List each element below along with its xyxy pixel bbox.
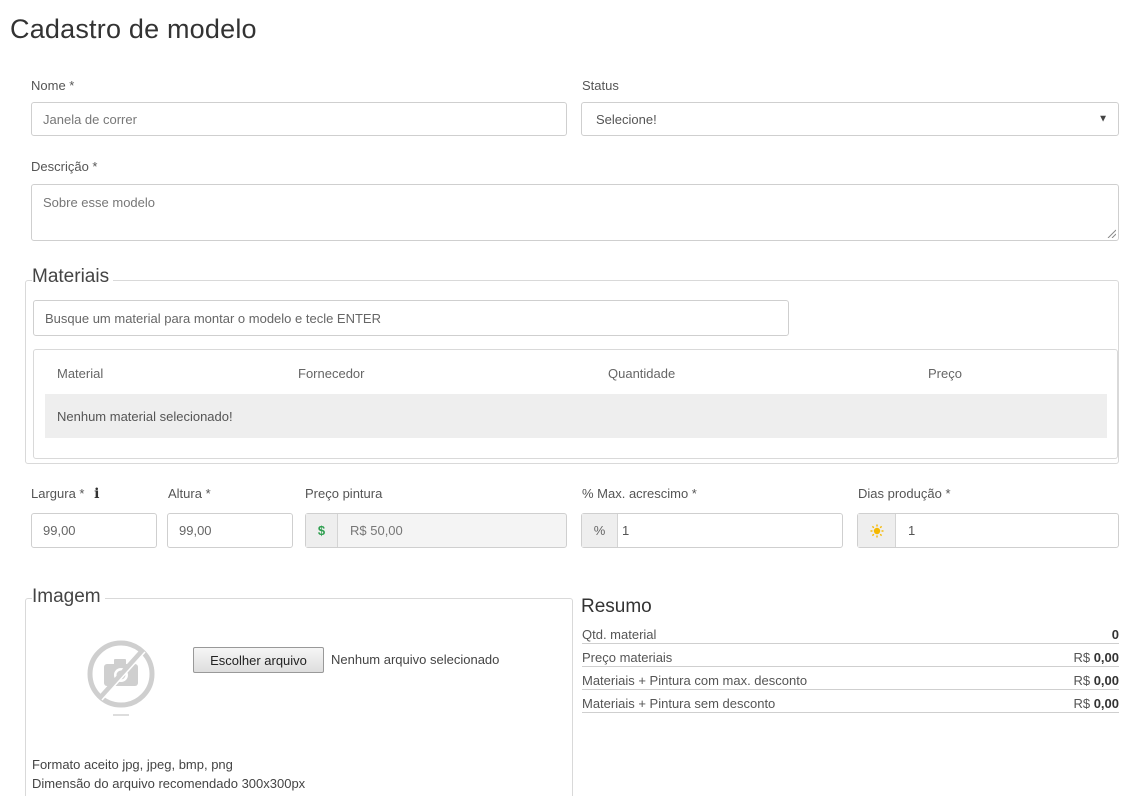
page-title: Cadastro de modelo	[10, 14, 257, 44]
dias-producao-label: Dias produção *	[858, 486, 951, 501]
resumo-row-label: Materiais + Pintura sem desconto	[582, 695, 776, 711]
largura-input[interactable]: 99,00	[31, 513, 157, 548]
empty-message: Nenhum material selecionado!	[57, 408, 233, 424]
largura-label: Largura * i	[31, 486, 100, 502]
status-label: Status	[582, 78, 619, 93]
resumo-title: Resumo	[581, 596, 652, 617]
dias-producao-input[interactable]: 1	[857, 513, 1119, 548]
descricao-label: Descrição *	[31, 159, 98, 174]
altura-value: 99,00	[179, 523, 212, 538]
preco-pintura-value: R$ 50,00	[350, 523, 403, 538]
largura-value: 99,00	[43, 523, 76, 538]
preco-pintura-label: Preço pintura	[305, 486, 383, 501]
status-select[interactable]: Selecione! ▼	[581, 102, 1119, 136]
material-search-placeholder: Busque um material para montar o modelo …	[45, 310, 381, 326]
resize-grip-icon[interactable]	[1107, 229, 1116, 238]
descricao-textarea[interactable]: Sobre esse modelo	[31, 184, 1119, 241]
resumo-row-value: R$ 0,00	[1073, 695, 1119, 711]
resumo-row-label: Qtd. material	[582, 626, 657, 642]
imagem-legend: Imagem	[32, 586, 105, 608]
chevron-down-icon: ▼	[1098, 113, 1108, 125]
max-acrescimo-input[interactable]: % 1	[581, 513, 843, 548]
altura-label: Altura *	[168, 486, 211, 501]
dimension-note: Dimensão do arquivo recomendado 300x300p…	[32, 776, 306, 791]
descricao-placeholder: Sobre esse modelo	[43, 195, 156, 210]
resumo-row-label: Materiais + Pintura com max. desconto	[582, 672, 808, 688]
choose-file-button[interactable]: Escolher arquivo	[193, 647, 324, 673]
camera-off-icon	[86, 638, 156, 720]
column-header-preco: Preço	[928, 366, 962, 381]
resumo-row-preco-materiais: Preço materiais R$ 0,00	[582, 648, 1119, 667]
altura-input[interactable]: 99,00	[167, 513, 293, 548]
sun-icon	[858, 514, 896, 547]
resumo-row-label: Preço materiais	[582, 649, 673, 665]
table-empty-row: Nenhum material selecionado!	[45, 394, 1107, 438]
material-search-input[interactable]: Busque um material para montar o modelo …	[33, 300, 789, 336]
nome-value: Janela de correr	[43, 111, 137, 127]
dias-producao-value: 1	[908, 523, 916, 538]
resumo-row-value: R$ 0,00	[1073, 649, 1119, 665]
nome-label: Nome *	[31, 78, 75, 93]
max-acrescimo-label: % Max. acrescimo *	[582, 486, 697, 501]
percent-icon: %	[582, 514, 618, 547]
resumo-row-value: 0	[1111, 626, 1119, 642]
column-header-quantidade: Quantidade	[608, 366, 676, 381]
file-status: Nenhum arquivo selecionado	[331, 652, 500, 667]
resumo-row-sem-desconto: Materiais + Pintura sem desconto R$ 0,00	[582, 694, 1119, 713]
resumo-row-qtd-material: Qtd. material 0	[582, 625, 1119, 644]
nome-input[interactable]: Janela de correr	[31, 102, 567, 136]
materiais-legend: Materiais	[32, 266, 114, 288]
status-selected-value: Selecione!	[596, 111, 657, 127]
preco-pintura-input[interactable]: $ R$ 50,00	[305, 513, 567, 548]
column-header-material: Material	[57, 366, 104, 381]
resumo-row-com-desconto: Materiais + Pintura com max. desconto R$…	[582, 671, 1119, 690]
resumo-row-value: R$ 0,00	[1073, 672, 1119, 688]
column-header-fornecedor: Fornecedor	[298, 366, 365, 381]
info-icon[interactable]: i	[94, 486, 99, 502]
format-note: Formato aceito jpg, jpeg, bmp, png	[32, 757, 233, 772]
dollar-icon: $	[306, 514, 338, 547]
max-acrescimo-value: 1	[622, 523, 630, 538]
